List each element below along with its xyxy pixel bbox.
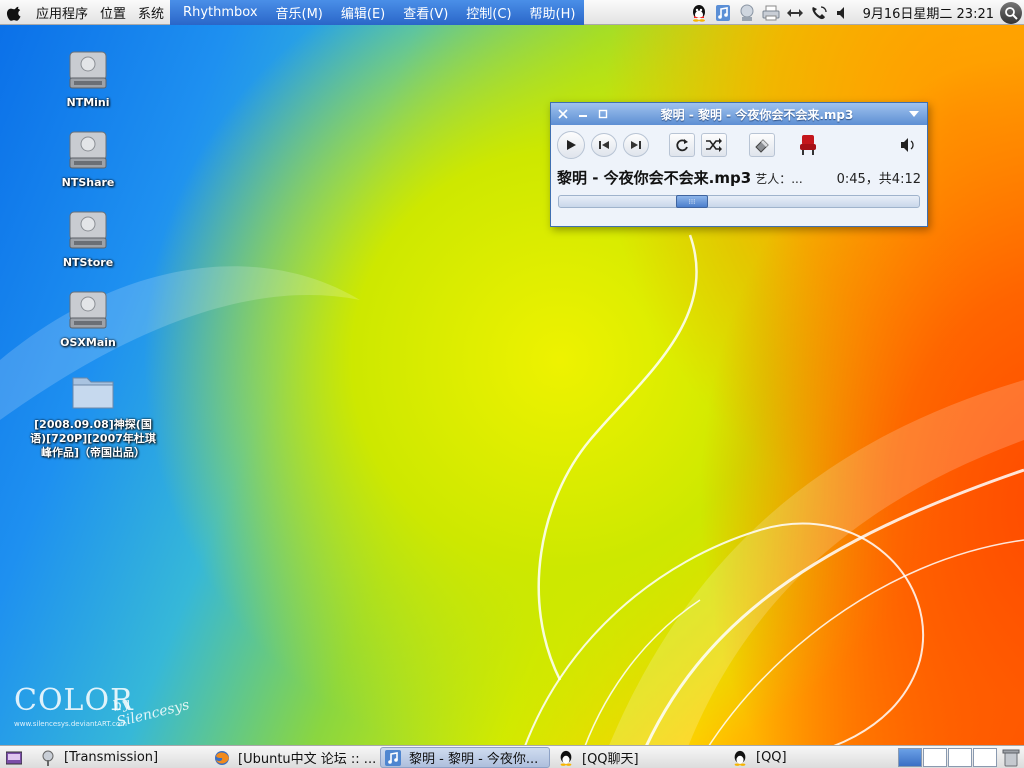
menu-view[interactable]: 查看(V) bbox=[394, 0, 457, 25]
applications-menu[interactable]: 应用程序 bbox=[30, 0, 94, 25]
music-note-icon[interactable] bbox=[713, 3, 733, 23]
app-menubar: Rhythmbox 音乐(M) 编辑(E) 查看(V) 控制(C) 帮助(H) bbox=[170, 0, 585, 25]
repeat-button[interactable] bbox=[669, 133, 695, 157]
shuffle-button[interactable] bbox=[701, 133, 727, 157]
show-desktop-button[interactable] bbox=[2, 747, 24, 768]
menu-music[interactable]: 音乐(M) bbox=[267, 0, 332, 25]
window-titlebar[interactable]: 黎明 - 黎明 - 今夜你会不会来.mp3 bbox=[551, 103, 927, 125]
repeat-icon bbox=[676, 139, 688, 152]
time-readout: 0:45，共4:12 bbox=[836, 172, 921, 187]
clock[interactable]: 9月16日星期二 23:21 bbox=[855, 3, 998, 22]
desktop-icon-label: NTShare bbox=[61, 176, 115, 189]
wallpaper-watermark: COLOR by Silencesys www.silencesys.devia… bbox=[14, 684, 191, 731]
workspace-4[interactable] bbox=[973, 748, 997, 767]
menu-edit[interactable]: 编辑(E) bbox=[332, 0, 394, 25]
volume-icon[interactable] bbox=[899, 137, 917, 153]
artist-label: 艺人：... bbox=[755, 172, 803, 186]
play-button[interactable] bbox=[557, 131, 585, 159]
firefox-icon bbox=[215, 750, 229, 765]
search-icon[interactable] bbox=[1000, 1, 1022, 24]
shuffle-icon bbox=[706, 138, 722, 152]
workspace-2[interactable] bbox=[923, 748, 947, 767]
eraser-icon bbox=[755, 139, 769, 153]
taskbar-item-label: [Transmission] bbox=[64, 750, 159, 765]
seek-slider-handle[interactable]: ⁞⁞⁞ bbox=[676, 195, 708, 208]
apple-menu-icon[interactable] bbox=[0, 0, 30, 25]
network-arrows-icon[interactable] bbox=[785, 3, 805, 23]
chevron-down-icon[interactable] bbox=[907, 107, 921, 121]
taskbar-item-qq-chat[interactable]: [QQ聊天] bbox=[554, 747, 724, 768]
network-globe-icon[interactable] bbox=[737, 3, 757, 23]
printer-icon[interactable] bbox=[761, 3, 781, 23]
seek-slider[interactable]: ⁞⁞⁞ bbox=[558, 195, 920, 208]
harddrive-icon bbox=[69, 291, 107, 329]
close-icon[interactable] bbox=[555, 106, 571, 122]
desktop-icon-osxmain[interactable]: OSXMain bbox=[28, 286, 148, 350]
workspace-switcher bbox=[898, 748, 998, 767]
show-desktop-icon bbox=[6, 751, 22, 764]
taskbar-item-label: [QQ聊天] bbox=[582, 752, 639, 767]
play-icon bbox=[567, 140, 576, 150]
taskbar-item-qq[interactable]: [QQ] bbox=[728, 747, 894, 768]
trash-icon[interactable] bbox=[1002, 748, 1020, 767]
taskbar-item-firefox[interactable]: [Ubuntu中文 论坛 :: ... bbox=[210, 747, 376, 768]
previous-button[interactable] bbox=[591, 133, 617, 157]
bottom-panel: [Transmission] [Ubuntu中文 论坛 :: ... 黎明 - … bbox=[0, 745, 1024, 768]
menu-control[interactable]: 控制(C) bbox=[457, 0, 520, 25]
now-playing-info: 黎明 - 今夜你会不会来.mp3 艺人：... 0:45，共4:12 bbox=[551, 167, 927, 191]
harddrive-icon bbox=[69, 51, 107, 89]
app-name-menu[interactable]: Rhythmbox bbox=[174, 0, 267, 25]
folder-icon bbox=[72, 377, 114, 409]
menu-help[interactable]: 帮助(H) bbox=[521, 0, 585, 25]
rhythmbox-icon bbox=[385, 749, 401, 766]
maximize-icon[interactable] bbox=[595, 106, 611, 122]
eraser-button[interactable] bbox=[749, 133, 775, 157]
next-button[interactable] bbox=[623, 133, 649, 157]
taskbar-item-label: 黎明 - 黎明 - 今夜你... bbox=[409, 752, 539, 767]
minimize-icon[interactable] bbox=[575, 106, 591, 122]
desktop-icon-label: [2008.09.08]神探(国语)[720P][2007年杜琪峰作品]（帝国出… bbox=[30, 418, 156, 459]
qq-icon bbox=[560, 750, 572, 766]
song-title: 黎明 - 今夜你会不会来.mp3 bbox=[557, 169, 752, 187]
desktop-icon-label: OSXMain bbox=[60, 336, 116, 349]
volume-icon[interactable] bbox=[833, 3, 853, 23]
qq-icon bbox=[734, 750, 746, 766]
harddrive-icon bbox=[69, 131, 107, 169]
next-icon bbox=[631, 141, 641, 149]
taskbar-item-transmission[interactable]: [Transmission] bbox=[36, 747, 206, 768]
places-menu[interactable]: 位置 bbox=[94, 0, 132, 25]
qq-icon[interactable] bbox=[689, 3, 709, 23]
desktop-icon-ntshare[interactable]: NTShare bbox=[28, 126, 148, 190]
phone-icon[interactable] bbox=[809, 3, 829, 23]
taskbar-item-label: [QQ] bbox=[756, 750, 787, 765]
harddrive-icon bbox=[69, 211, 107, 249]
window-title: 黎明 - 黎明 - 今夜你会不会来.mp3 bbox=[660, 107, 854, 122]
taskbar-item-label: [Ubuntu中文 论坛 :: ... bbox=[238, 752, 376, 767]
desktop-icon-label: NTStore bbox=[62, 256, 114, 269]
desktop-icon-ntstore[interactable]: NTStore bbox=[28, 206, 148, 270]
desktop-icon-ntmini[interactable]: NTMini bbox=[28, 46, 148, 110]
taskbar-item-rhythmbox[interactable]: 黎明 - 黎明 - 今夜你... bbox=[380, 747, 550, 768]
rhythmbox-player-window: 黎明 - 黎明 - 今夜你会不会来.mp3 黎明 - 今夜你会不会来.mp3 艺… bbox=[550, 102, 928, 227]
desktop-icon-movie-folder[interactable]: [2008.09.08]神探(国语)[720P][2007年杜琪峰作品]（帝国出… bbox=[28, 368, 158, 460]
transmission-icon bbox=[42, 750, 54, 766]
player-toolbar bbox=[551, 125, 927, 165]
system-menu[interactable]: 系统 bbox=[132, 0, 170, 25]
red-chair-icon[interactable] bbox=[795, 133, 821, 157]
previous-icon bbox=[599, 141, 609, 149]
workspace-1[interactable] bbox=[898, 748, 922, 767]
system-tray: 9月16日星期二 23:21 bbox=[687, 0, 1024, 25]
top-panel: 应用程序 位置 系统 Rhythmbox 音乐(M) 编辑(E) 查看(V) 控… bbox=[0, 0, 1024, 25]
desktop-icon-label: NTMini bbox=[66, 96, 110, 109]
workspace-3[interactable] bbox=[948, 748, 972, 767]
